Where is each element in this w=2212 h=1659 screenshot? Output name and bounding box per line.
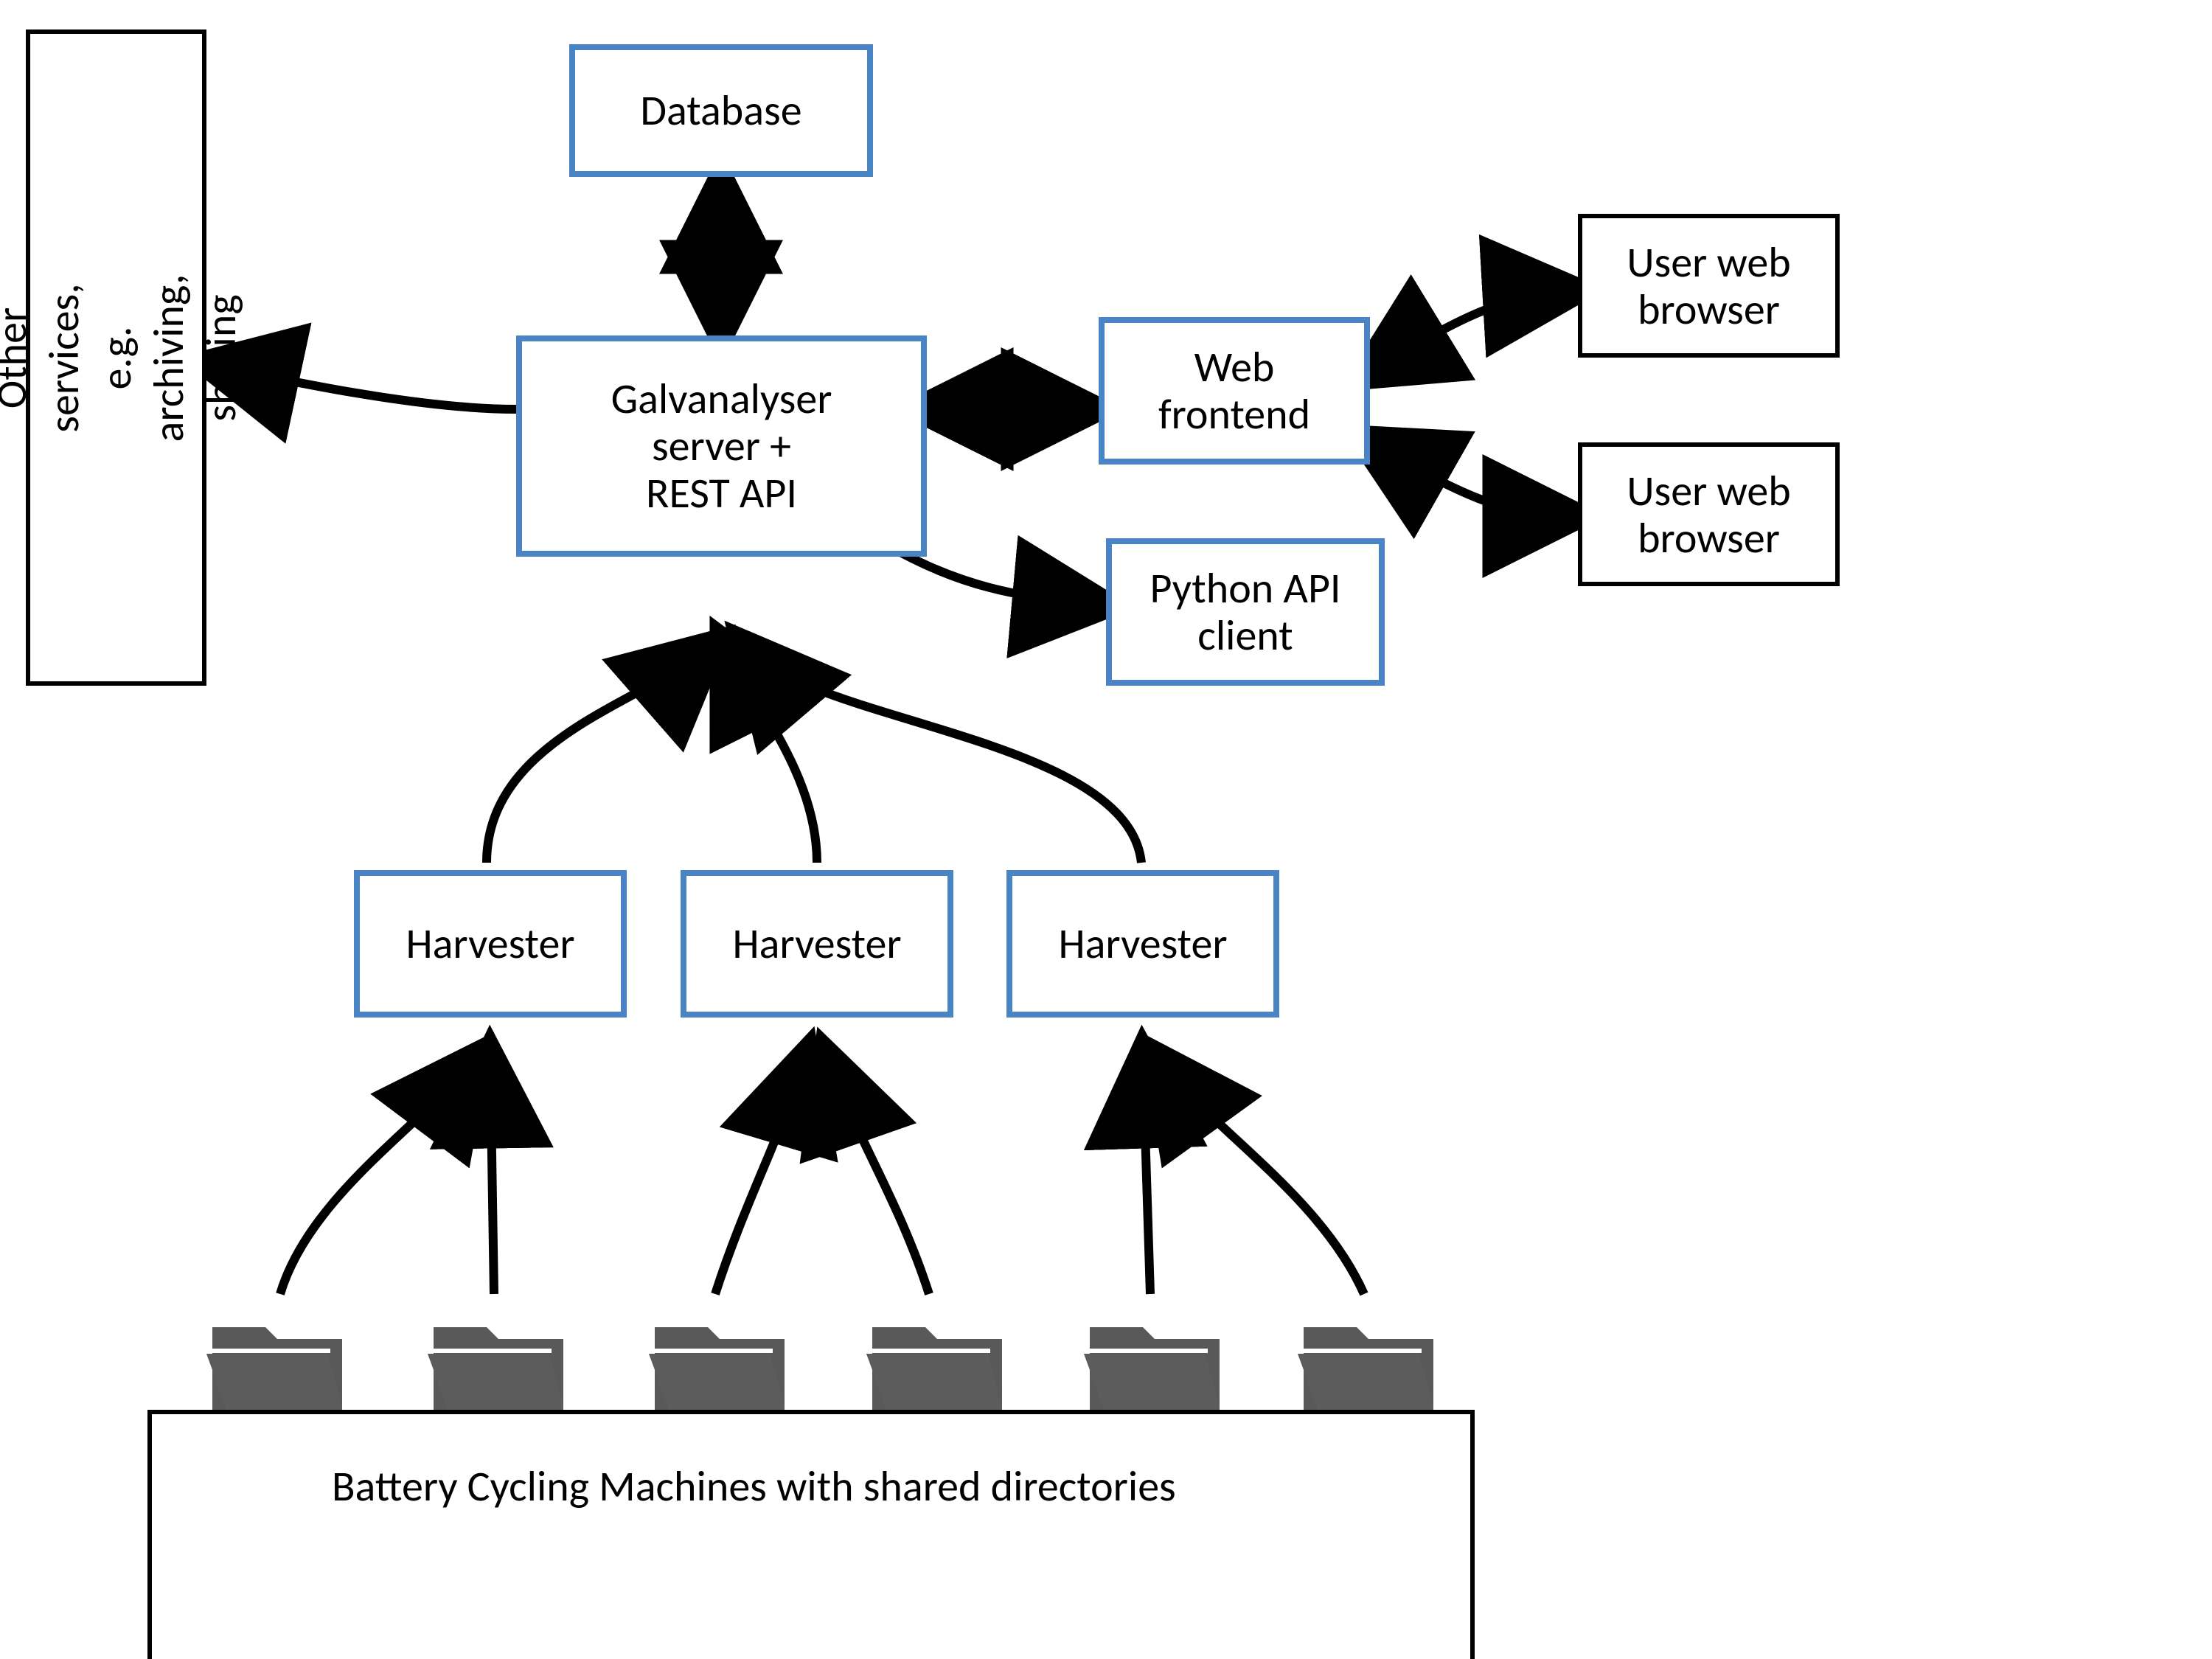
edge-folder6-harvester3: [1161, 1062, 1364, 1294]
edge-server-other-services: [214, 365, 516, 409]
node-user-browser-2: User web browser: [1578, 442, 1840, 586]
node-harvester-3: Harvester: [1006, 870, 1279, 1018]
edge-harvester3-server: [748, 649, 1141, 863]
edge-folder4-harvester2: [830, 1062, 929, 1294]
edge-harvester1-server: [487, 649, 708, 863]
node-web-frontend: Web frontend: [1099, 317, 1370, 465]
node-server-label: Galvanalyser server + REST API: [611, 375, 832, 516]
node-bottom-container: [147, 1410, 1475, 1659]
folder-icon-5: [1084, 1327, 1220, 1410]
node-other-services-label: Other services, e.g. archiving, sharing: [0, 272, 247, 444]
folder-icon-3: [649, 1327, 785, 1410]
node-database-label: Database: [640, 87, 801, 134]
edge-folder5-harvester3: [1143, 1062, 1150, 1294]
node-user-browser-1: User web browser: [1578, 214, 1840, 358]
edge-web-browser-1: [1369, 291, 1569, 372]
folder-icon-6: [1298, 1327, 1433, 1410]
node-harvester-3-label: Harvester: [1058, 920, 1227, 967]
node-web-frontend-label: Web frontend: [1158, 344, 1310, 438]
node-database: Database: [569, 44, 873, 177]
edge-folder2-harvester1: [490, 1062, 494, 1294]
node-python-client: Python API client: [1106, 538, 1385, 686]
node-server: Galvanalyser server + REST API: [516, 335, 927, 557]
edge-folder3-harvester2: [715, 1062, 804, 1294]
node-user-browser-2-label: User web browser: [1627, 467, 1790, 562]
folder-icon-4: [866, 1327, 1002, 1410]
node-python-client-label: Python API client: [1150, 565, 1340, 659]
node-harvester-1: Harvester: [354, 870, 627, 1018]
diagram-stage: Other services, e.g. archiving, sharing …: [0, 0, 2212, 1659]
folder-icon-1: [206, 1327, 342, 1410]
node-harvester-1-label: Harvester: [406, 920, 574, 967]
node-harvester-2-label: Harvester: [732, 920, 901, 967]
edge-web-browser-2: [1369, 442, 1569, 516]
edge-folder1-harvester1: [280, 1062, 472, 1294]
node-user-browser-1-label: User web browser: [1627, 239, 1790, 333]
node-other-services: Other services, e.g. archiving, sharing: [26, 29, 206, 686]
node-bottom-caption-label: Battery Cycling Machines with shared dir…: [332, 1460, 1176, 1512]
node-harvester-2: Harvester: [681, 870, 953, 1018]
folder-icon-2: [428, 1327, 563, 1410]
